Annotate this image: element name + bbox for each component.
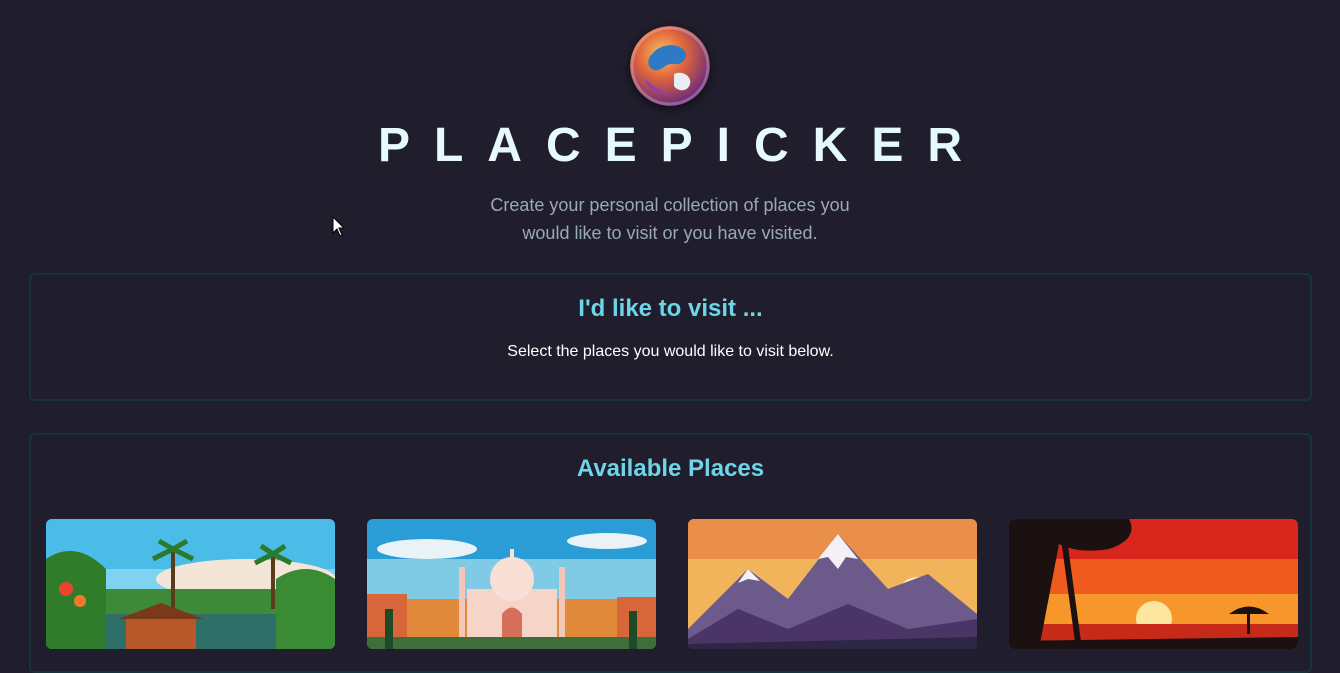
place-card-tropical-forest[interactable] <box>46 519 335 649</box>
places-list <box>46 519 1298 649</box>
visit-section: I'd like to visit ... Select the places … <box>29 273 1312 401</box>
mouse-pointer-icon <box>332 215 346 243</box>
visit-heading: I'd like to visit ... <box>578 295 763 322</box>
app-title: PLACEPICKER <box>377 119 987 172</box>
available-places-section: Available Places <box>29 433 1312 673</box>
sunset-image <box>1009 519 1298 649</box>
place-card-sunset[interactable] <box>1009 519 1298 649</box>
available-heading: Available Places <box>576 455 765 482</box>
tropical-forest-image <box>46 519 335 649</box>
taj-mahal-image <box>367 519 656 649</box>
app-header: PLACEPICKER Create your personal collect… <box>0 0 1340 247</box>
mountains-image <box>688 519 977 649</box>
globe-logo <box>630 26 710 106</box>
place-card-mountains[interactable] <box>688 519 977 649</box>
place-card-taj-mahal[interactable] <box>367 519 656 649</box>
app-tagline: Create your personal collection of place… <box>490 195 850 243</box>
visit-fallback-text: Select the places you would like to visi… <box>507 343 834 360</box>
